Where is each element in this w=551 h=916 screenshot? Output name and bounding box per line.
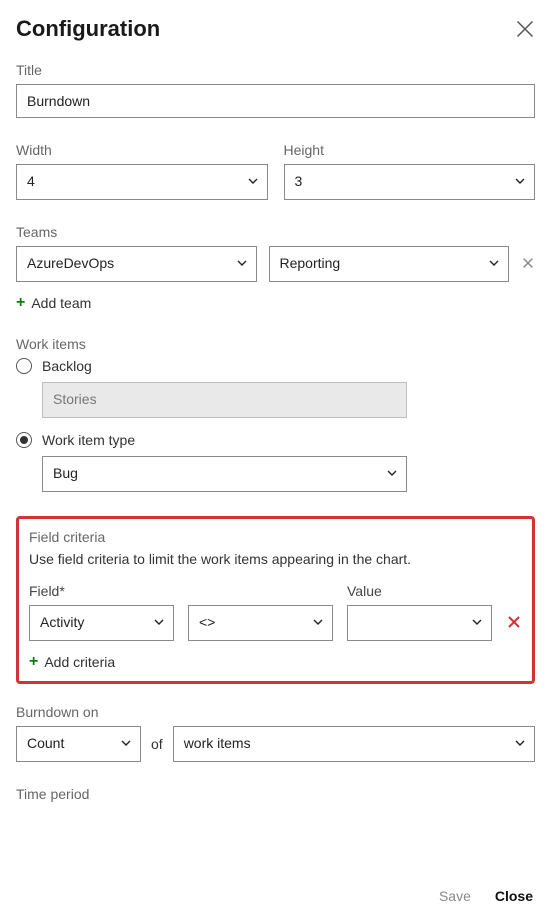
height-value: 3 [295,173,303,189]
chevron-down-icon [386,466,398,482]
field-value: Activity [40,614,84,630]
height-label: Height [284,142,536,158]
chevron-down-icon [236,256,248,272]
field-criteria-highlight: Field criteria Use field criteria to lim… [16,516,535,684]
operator-select[interactable]: <> [188,605,333,641]
width-select[interactable]: 4 [16,164,268,200]
title-input[interactable] [16,84,535,118]
work-item-type-radio-label: Work item type [42,432,135,448]
teams-label: Teams [16,224,535,240]
work-items-label: Work items [16,336,535,352]
work-item-type-radio[interactable] [16,432,32,448]
chevron-down-icon [514,736,526,752]
burndown-items-value: work items [184,735,251,751]
height-select[interactable]: 3 [284,164,536,200]
operator-column-label [188,583,333,599]
burndown-count-select[interactable]: Count [16,726,141,762]
close-icon[interactable] [515,19,535,39]
add-team-label: Add team [31,295,91,311]
burndown-on-label: Burndown on [16,704,535,720]
chevron-down-icon [514,174,526,190]
chevron-down-icon [120,736,132,752]
backlog-radio-label: Backlog [42,358,92,374]
team-2-value: Reporting [280,255,341,271]
save-button[interactable]: Save [439,888,471,904]
chevron-down-icon [312,615,324,631]
burndown-count-value: Count [27,735,64,751]
operator-value: <> [199,614,215,630]
backlog-radio[interactable] [16,358,32,374]
add-criteria-button[interactable]: + Add criteria [29,653,115,671]
work-item-type-select[interactable]: Bug [42,456,407,492]
of-text: of [151,736,163,752]
add-criteria-label: Add criteria [44,654,115,670]
team-1-value: AzureDevOps [27,255,114,271]
backlog-value: Stories [53,391,97,407]
width-label: Width [16,142,268,158]
field-criteria-label: Field criteria [29,529,522,545]
field-column-label: Field* [29,583,174,599]
close-button[interactable]: Close [495,888,533,904]
field-criteria-desc: Use field criteria to limit the work ite… [29,551,522,567]
time-period-label: Time period [16,786,535,802]
width-value: 4 [27,173,35,189]
chevron-down-icon [471,615,483,631]
page-title: Configuration [16,16,160,42]
burndown-items-select[interactable]: work items [173,726,535,762]
work-item-type-value: Bug [53,465,78,481]
backlog-select: Stories [42,382,407,418]
plus-icon: + [29,653,38,671]
team-select-1[interactable]: AzureDevOps [16,246,257,282]
title-label: Title [16,62,535,78]
add-team-button[interactable]: + Add team [16,294,91,312]
team-select-2[interactable]: Reporting [269,246,510,282]
chevron-down-icon [153,615,165,631]
chevron-down-icon [247,174,259,190]
remove-team-icon[interactable] [521,256,535,273]
field-select[interactable]: Activity [29,605,174,641]
value-column-label: Value [347,583,492,599]
chevron-down-icon [488,256,500,272]
value-select[interactable] [347,605,492,641]
plus-icon: + [16,294,25,312]
remove-criteria-icon[interactable] [506,614,522,641]
